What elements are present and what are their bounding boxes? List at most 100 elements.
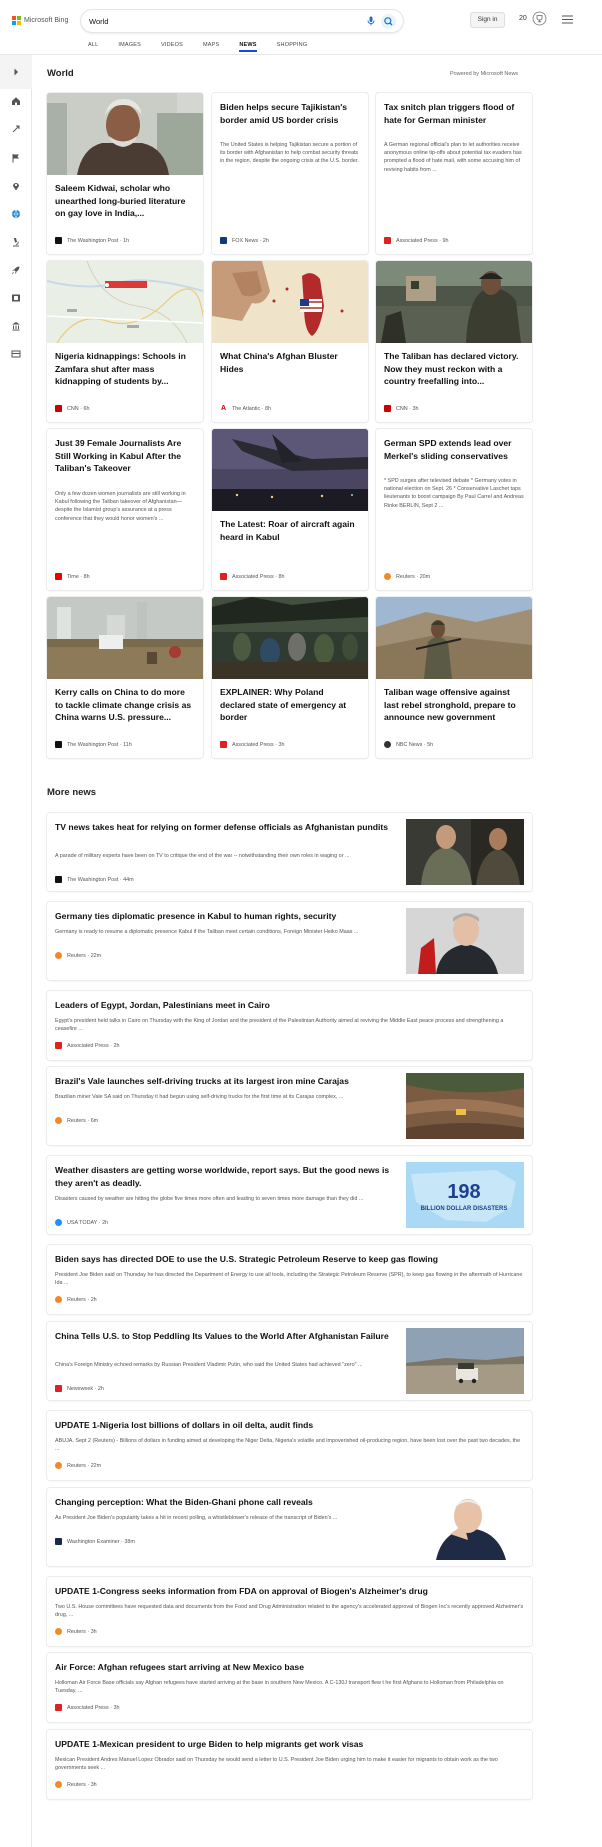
search-input[interactable]	[89, 14, 309, 28]
reuters-logo-icon	[55, 952, 62, 959]
news-list-item[interactable]: UPDATE 1-Congress seeks information from…	[47, 1577, 532, 1646]
news-card[interactable]: The Latest: Roar of aircraft again heard…	[212, 429, 368, 590]
tab-all[interactable]: ALL	[88, 38, 98, 52]
news-card[interactable]: Tax snitch plan triggers flood of hate f…	[376, 93, 532, 254]
news-list-item[interactable]: UPDATE 1-Nigeria lost billions of dollar…	[47, 1411, 532, 1480]
news-source: Reuters · 2h	[55, 1296, 97, 1303]
card-title[interactable]: The Latest: Roar of aircraft again heard…	[220, 518, 360, 543]
news-description: China's Foreign Ministry echoed remarks …	[55, 1362, 363, 1368]
card-title[interactable]: Taliban wage offensive against last rebe…	[384, 686, 524, 724]
chart-icon[interactable]	[9, 347, 23, 361]
card-source: Reuters · 20m	[384, 573, 430, 580]
news-card[interactable]: EXPLAINER: Why Poland declared state of …	[212, 597, 368, 758]
rewards-trophy-icon[interactable]	[532, 11, 547, 26]
card-source: FOX News · 2h	[220, 237, 269, 244]
tab-images[interactable]: IMAGES	[118, 38, 141, 52]
tab-shopping[interactable]: SHOPPING	[277, 38, 308, 52]
news-card[interactable]: German SPD extends lead over Merkel's sl…	[376, 429, 532, 590]
source-time: 9h	[442, 237, 449, 244]
search-icon[interactable]	[381, 14, 396, 29]
washington-examiner-logo-icon	[55, 1538, 62, 1545]
news-list-item[interactable]: Air Force: Afghan refugees start arrivin…	[47, 1653, 532, 1722]
news-title[interactable]: Weather disasters are getting worse worl…	[55, 1164, 395, 1189]
source-time: 8h	[264, 405, 271, 412]
card-title[interactable]: What China's Afghan Bluster Hides	[220, 350, 360, 375]
source-name: Associated Press	[396, 237, 438, 244]
news-list-item[interactable]: Biden says has directed DOE to use the U…	[47, 1245, 532, 1314]
card-title[interactable]: Kerry calls on China to do more to tackl…	[55, 686, 195, 724]
news-title[interactable]: Changing perception: What the Biden-Ghan…	[55, 1496, 395, 1509]
news-card[interactable]: Taliban wage offensive against last rebe…	[376, 597, 532, 758]
flag-icon[interactable]	[9, 151, 23, 165]
news-list-item[interactable]: Weather disasters are getting worse worl…	[47, 1156, 532, 1234]
news-source: Washington Examiner · 38m	[55, 1538, 135, 1545]
news-card[interactable]: Kerry calls on China to do more to tackl…	[47, 597, 203, 758]
news-source: USA TODAY · 2h	[55, 1219, 108, 1226]
rocket-icon[interactable]	[9, 263, 23, 277]
news-list-item[interactable]: TV news takes heat for relying on former…	[47, 813, 532, 891]
news-title[interactable]: Germany ties diplomatic presence in Kabu…	[55, 910, 395, 923]
card-title[interactable]: Saleem Kidwai, scholar who unearthed lon…	[55, 182, 195, 220]
reward-points[interactable]: 20	[519, 15, 527, 22]
bing-logo[interactable]: Microsoft Bing	[12, 16, 68, 25]
source-name: USA TODAY	[67, 1219, 98, 1226]
tab-videos[interactable]: VIDEOS	[161, 38, 183, 52]
news-description: Brazilian miner Vale SA said on Thursday…	[55, 1094, 344, 1100]
fire-icon[interactable]	[9, 122, 23, 136]
news-card[interactable]: Nigeria kidnappings: Schools in Zamfara …	[47, 261, 203, 422]
news-title[interactable]: Biden says has directed DOE to use the U…	[55, 1253, 525, 1266]
news-title[interactable]: China Tells U.S. to Stop Peddling Its Va…	[55, 1330, 395, 1343]
card-title[interactable]: Tax snitch plan triggers flood of hate f…	[384, 101, 524, 126]
card-source: NBC News · 5h	[384, 741, 433, 748]
news-card[interactable]: Just 39 Female Journalists Are Still Wor…	[47, 429, 203, 590]
news-list-item[interactable]: Germany ties diplomatic presence in Kabu…	[47, 902, 532, 980]
news-card[interactable]: Saleem Kidwai, scholar who unearthed lon…	[47, 93, 203, 254]
globe-icon[interactable]	[9, 207, 23, 221]
disaster-caption: BILLION DOLLAR DISASTERS	[421, 1206, 508, 1212]
source-name: NBC News	[396, 741, 423, 748]
card-title[interactable]: Just 39 Female Journalists Are Still Wor…	[55, 437, 195, 475]
location-pin-icon[interactable]	[9, 179, 23, 193]
card-title[interactable]: German SPD extends lead over Merkel's sl…	[384, 437, 524, 462]
source-time: 11h	[123, 741, 132, 748]
news-card[interactable]: Biden helps secure Tajikistan's border a…	[212, 93, 368, 254]
news-title[interactable]: TV news takes heat for relying on former…	[55, 821, 395, 834]
microscope-icon[interactable]	[9, 235, 23, 249]
news-title[interactable]: Air Force: Afghan refugees start arrivin…	[55, 1661, 525, 1674]
news-list-item[interactable]: China Tells U.S. to Stop Peddling Its Va…	[47, 1322, 532, 1400]
source-time: 2h	[262, 237, 269, 244]
microsoft-logo-icon	[12, 16, 21, 25]
source-time: 22m	[90, 952, 102, 959]
card-title[interactable]: Biden helps secure Tajikistan's border a…	[220, 101, 360, 126]
tab-news[interactable]: NEWS	[239, 38, 257, 52]
news-title[interactable]: UPDATE 1-Nigeria lost billions of dollar…	[55, 1419, 525, 1432]
card-title[interactable]: Nigeria kidnappings: Schools in Zamfara …	[55, 350, 195, 388]
news-card[interactable]: The Taliban has declared victory. Now th…	[376, 261, 532, 422]
news-title[interactable]: UPDATE 1-Mexican president to urge Biden…	[55, 1738, 525, 1751]
card-source: The Washington Post · 1h	[55, 237, 129, 244]
associated-press-logo-icon	[220, 741, 227, 748]
news-list-item[interactable]: Brazil's Vale launches self-driving truc…	[47, 1067, 532, 1145]
sign-in-button[interactable]: Sign in	[470, 12, 505, 28]
source-name: Reuters	[67, 952, 86, 959]
bank-icon[interactable]	[9, 319, 23, 333]
news-list-item[interactable]: UPDATE 1-Mexican president to urge Biden…	[47, 1730, 532, 1799]
news-title[interactable]: Brazil's Vale launches self-driving truc…	[55, 1075, 395, 1088]
card-source: CNN · 6h	[55, 405, 89, 412]
source-time: 5h	[427, 741, 434, 748]
card-source: Associated Press · 9h	[384, 237, 448, 244]
film-icon[interactable]	[9, 291, 23, 305]
tab-maps[interactable]: MAPS	[203, 38, 219, 52]
news-list-item[interactable]: Leaders of Egypt, Jordan, Palestinians m…	[47, 991, 532, 1060]
microphone-icon[interactable]	[365, 15, 377, 27]
expand-icon[interactable]	[9, 65, 23, 79]
news-title[interactable]: UPDATE 1-Congress seeks information from…	[55, 1585, 525, 1598]
news-list-item[interactable]: Changing perception: What the Biden-Ghan…	[47, 1488, 532, 1566]
card-title[interactable]: The Taliban has declared victory. Now th…	[384, 350, 524, 388]
home-icon[interactable]	[9, 94, 23, 108]
card-title[interactable]: EXPLAINER: Why Poland declared state of …	[220, 686, 360, 724]
news-card[interactable]: What China's Afghan Bluster Hides A The …	[212, 261, 368, 422]
news-title[interactable]: Leaders of Egypt, Jordan, Palestinians m…	[55, 999, 525, 1012]
hamburger-menu-icon[interactable]	[562, 15, 573, 24]
source-name: FOX News	[232, 237, 259, 244]
